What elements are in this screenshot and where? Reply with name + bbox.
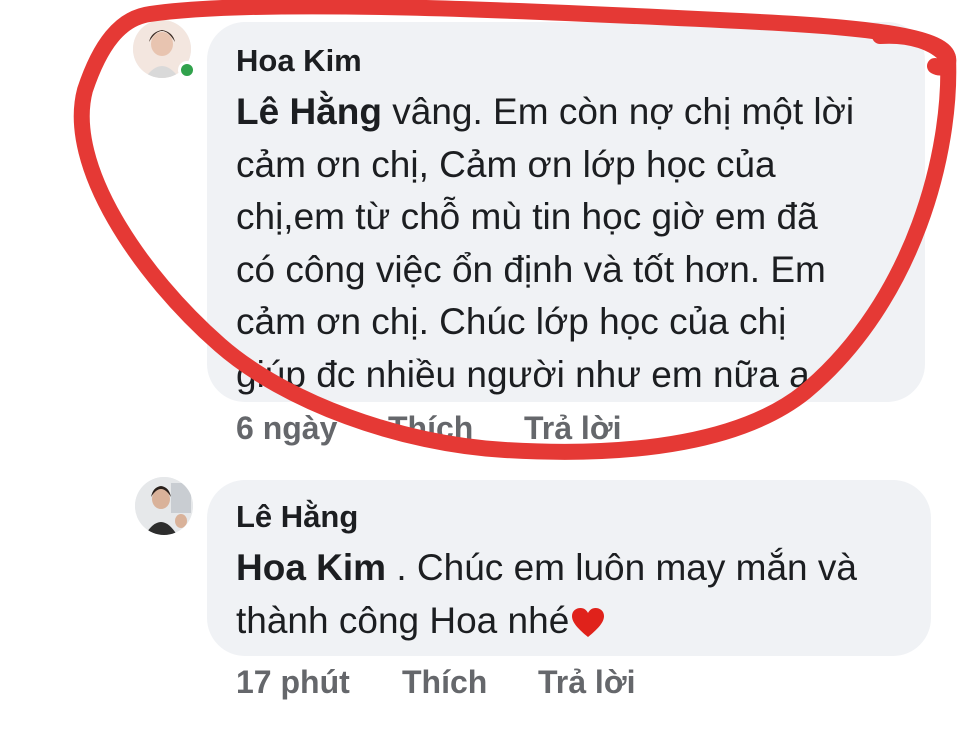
reply-button[interactable]: Trả lời bbox=[524, 410, 621, 447]
comment-line-text: . Chúc em luôn may mắn và bbox=[386, 547, 857, 588]
comment-line: giúp đc nhiều người như em nữa ạ. bbox=[236, 353, 821, 395]
like-button[interactable]: Thích bbox=[388, 410, 473, 447]
comment-line: thành công Hoa nhé bbox=[236, 595, 857, 648]
comment-text: Lê Hằng vâng. Em còn nợ chị một lời cảm … bbox=[236, 86, 854, 401]
comment-timestamp[interactable]: 6 ngày bbox=[236, 410, 337, 447]
comment-line: có công việc ổn định và tốt hơn. Em bbox=[236, 248, 826, 290]
comment-line: chị,em từ chỗ mù tin học giờ em đã bbox=[236, 196, 818, 237]
comment-line: Hoa Kim . Chúc em luôn may mắn và bbox=[236, 542, 857, 595]
comment-line-text: vâng. Em còn nợ chị một lời bbox=[381, 91, 855, 132]
heart-icon bbox=[572, 607, 605, 637]
mention-tag[interactable]: Lê Hằng bbox=[236, 91, 382, 132]
comment-timestamp[interactable]: 17 phút bbox=[236, 664, 350, 701]
comment-text: Hoa Kim . Chúc em luôn may mắn và thành … bbox=[236, 542, 857, 647]
comment-author[interactable]: Hoa Kim bbox=[236, 43, 362, 79]
online-status-icon bbox=[178, 61, 196, 79]
mention-tag[interactable]: Hoa Kim bbox=[236, 547, 386, 588]
like-button[interactable]: Thích bbox=[402, 664, 487, 701]
avatar[interactable] bbox=[135, 477, 193, 535]
comment-line: cảm ơn chị. Chúc lớp học của chị bbox=[236, 301, 787, 342]
comment-author[interactable]: Lê Hằng bbox=[236, 499, 358, 535]
user-avatar-icon bbox=[135, 477, 193, 535]
comment-line: cảm ơn chị, Cảm ơn lớp học của bbox=[236, 143, 776, 185]
reply-button[interactable]: Trả lời bbox=[538, 664, 635, 701]
comment-line-text: thành công Hoa nhé bbox=[236, 599, 570, 641]
comment-line: Lê Hằng vâng. Em còn nợ chị một lời bbox=[236, 86, 854, 139]
